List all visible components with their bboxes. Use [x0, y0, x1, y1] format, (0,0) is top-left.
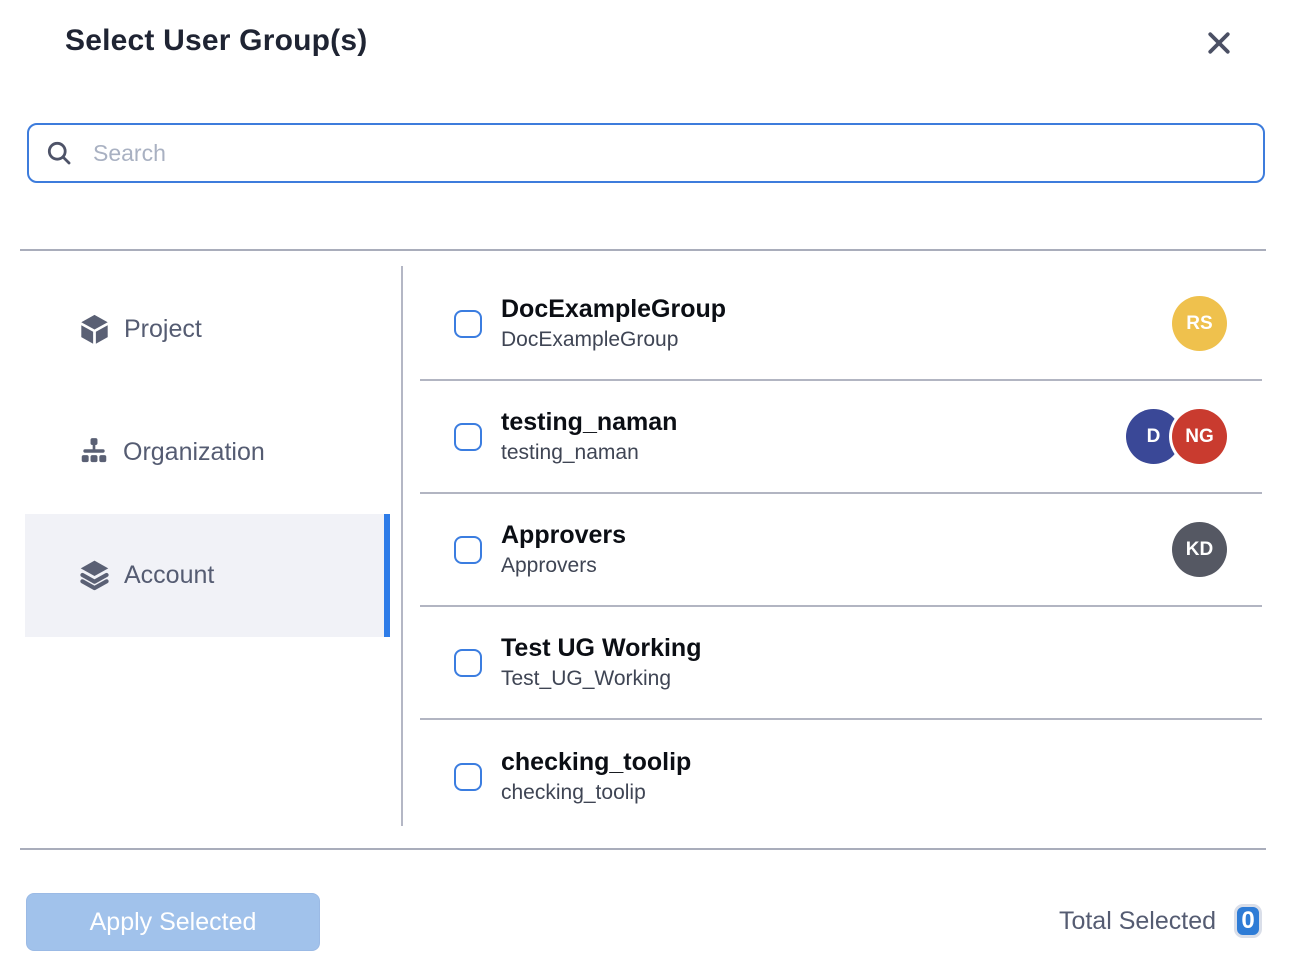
group-text: checking_toolip checking_toolip	[501, 748, 691, 805]
footer-divider	[20, 848, 1266, 850]
list-item: checking_toolip checking_toolip	[420, 720, 1262, 833]
avatar: NG	[1172, 409, 1227, 464]
search-input[interactable]	[93, 140, 1247, 167]
user-group-list: DocExampleGroup DocExampleGroup RS testi…	[420, 268, 1262, 833]
list-item: testing_naman testing_naman D NG	[420, 381, 1262, 494]
group-checkbox[interactable]	[454, 649, 482, 677]
avatar: RS	[1172, 296, 1227, 351]
org-chart-icon	[78, 437, 110, 469]
list-item: Approvers Approvers KD	[420, 494, 1262, 607]
group-description: Test_UG_Working	[501, 667, 701, 691]
avatar-group: D NG	[1126, 409, 1227, 464]
content-divider	[401, 266, 403, 826]
group-description: DocExampleGroup	[501, 328, 726, 352]
close-icon	[1204, 28, 1234, 58]
header-divider	[20, 249, 1266, 251]
scope-tabs: Project Organization	[25, 268, 390, 637]
avatar-group: RS	[1172, 296, 1227, 351]
tab-project[interactable]: Project	[25, 268, 390, 391]
layers-icon	[78, 559, 111, 592]
group-description: checking_toolip	[501, 781, 691, 805]
group-text: Approvers Approvers	[501, 521, 626, 578]
total-selected-count-badge: 0	[1234, 904, 1262, 938]
search-box	[27, 123, 1265, 183]
total-selected-label: Total Selected	[1059, 907, 1216, 936]
avatar-group: KD	[1172, 522, 1227, 577]
avatar: KD	[1172, 522, 1227, 577]
group-description: testing_naman	[501, 441, 677, 465]
tab-account[interactable]: Account	[25, 514, 390, 637]
total-selected: Total Selected 0	[1059, 899, 1262, 943]
group-text: DocExampleGroup DocExampleGroup	[501, 295, 726, 352]
group-checkbox[interactable]	[454, 423, 482, 451]
dialog-title: Select User Group(s)	[65, 24, 367, 58]
select-user-groups-dialog: Select User Group(s) Project	[0, 0, 1290, 970]
group-checkbox[interactable]	[454, 310, 482, 338]
group-checkbox[interactable]	[454, 763, 482, 791]
group-text: Test UG Working Test_UG_Working	[501, 634, 701, 691]
tab-project-label: Project	[124, 315, 202, 344]
tab-organization-label: Organization	[123, 438, 265, 467]
close-button[interactable]	[1202, 26, 1236, 60]
group-name: checking_toolip	[501, 748, 691, 777]
group-text: testing_naman testing_naman	[501, 408, 677, 465]
group-description: Approvers	[501, 554, 626, 578]
tab-account-label: Account	[124, 561, 214, 590]
group-name: Test UG Working	[501, 634, 701, 663]
search-icon	[45, 139, 73, 167]
group-name: Approvers	[501, 521, 626, 550]
group-checkbox[interactable]	[454, 536, 482, 564]
tab-organization[interactable]: Organization	[25, 391, 390, 514]
list-item: DocExampleGroup DocExampleGroup RS	[420, 268, 1262, 381]
apply-selected-button[interactable]: Apply Selected	[26, 893, 320, 951]
group-name: DocExampleGroup	[501, 295, 726, 324]
group-name: testing_naman	[501, 408, 677, 437]
list-item: Test UG Working Test_UG_Working	[420, 607, 1262, 720]
cube-icon	[78, 313, 111, 346]
